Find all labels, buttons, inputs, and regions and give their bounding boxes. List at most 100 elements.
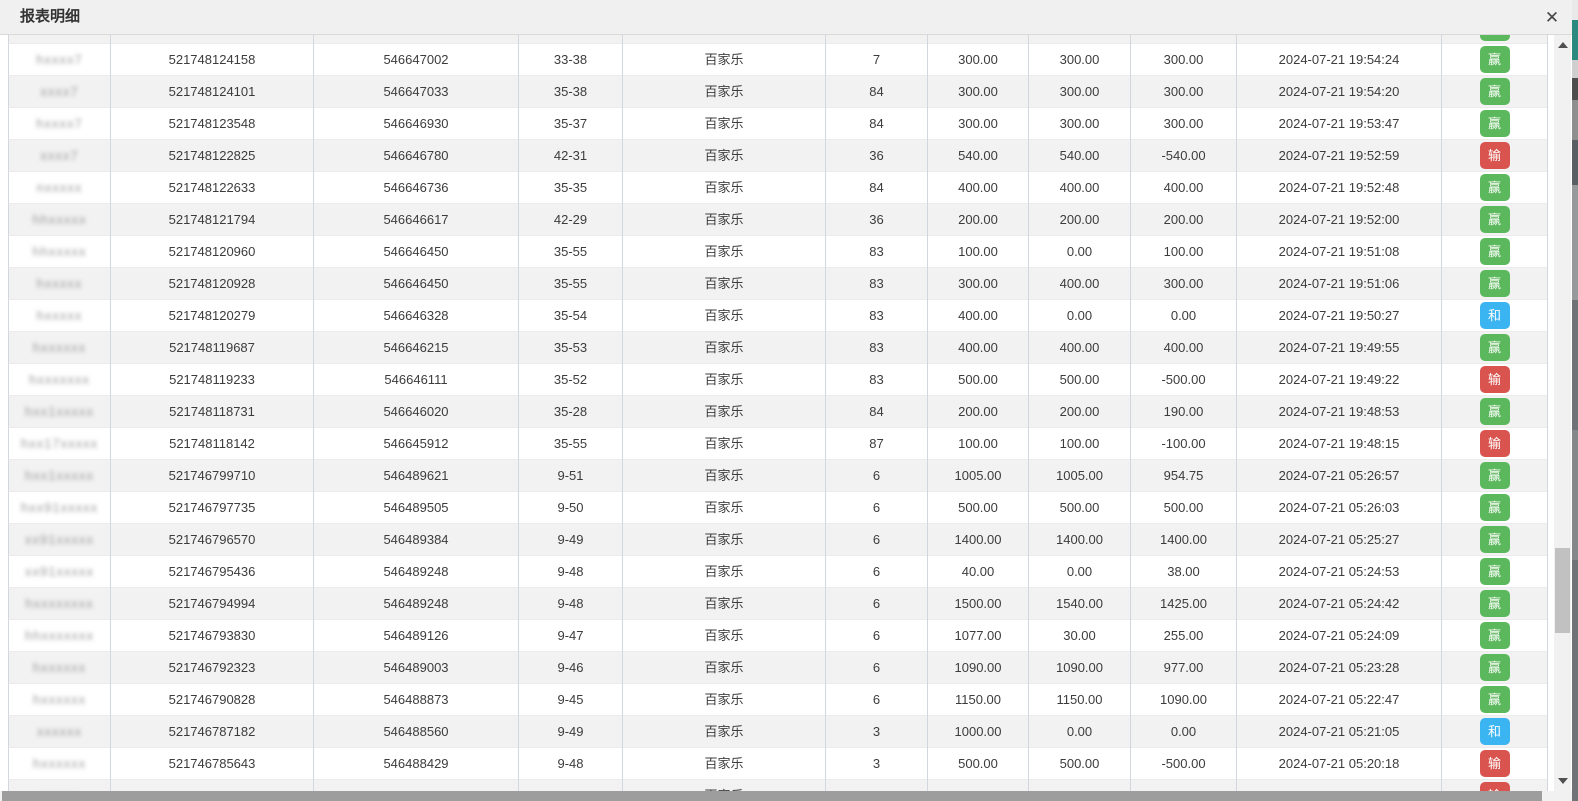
cell-valid-amount: 200.00: [1029, 396, 1131, 428]
result-badge: 赢: [1480, 238, 1510, 265]
cell-table-no: 83: [826, 268, 928, 300]
cell-table-no: 3: [826, 748, 928, 780]
cell-game-type: 百家乐: [623, 460, 826, 492]
cell-bet-amount: 1077.00: [928, 620, 1029, 652]
cell-result: 赢: [1442, 588, 1548, 620]
cell-bet-amount: 400.00: [928, 300, 1029, 332]
blurred-username: hxx17xxxxx: [21, 436, 98, 451]
cell-win-loss: 200.00: [1131, 204, 1237, 236]
cell-round-no: 546647033: [314, 76, 519, 108]
cell-username: [9, 35, 111, 44]
cell-bet-time: 2024-07-21 05:25:27: [1237, 524, 1442, 556]
cell-win-loss: -500.00: [1131, 364, 1237, 396]
cell-order-no: 521748124158: [111, 44, 314, 76]
cell-table-no: 6: [826, 460, 928, 492]
cell-win-loss: [1131, 780, 1237, 792]
modal-titlebar: 报表明细: [0, 0, 1572, 35]
cell-bet-time: [1237, 35, 1442, 44]
cell-result: 赢: [1442, 556, 1548, 588]
cell-shoe-round: [519, 35, 623, 44]
cell-valid-amount: 300.00: [1029, 76, 1131, 108]
cell-order-no: 521746794994: [111, 588, 314, 620]
blurred-username: hxxxxxx: [33, 660, 86, 675]
result-badge: 输: [1480, 782, 1510, 791]
cell-table-no: 87: [826, 428, 928, 460]
cell-valid-amount: 0.00: [1029, 236, 1131, 268]
cell-result: 赢: [1442, 396, 1548, 428]
table-row: hxx1xxxxx 521746799710 546489621 9-51 百家…: [8, 460, 1548, 492]
cell-result: 赢: [1442, 332, 1548, 364]
cell-bet-amount: 500.00: [928, 364, 1029, 396]
cell-bet-amount: 200.00: [928, 204, 1029, 236]
cell-username: hxxxx7: [9, 108, 111, 140]
table-row: hhxxxxxxx 521746793830 546489126 9-47 百家…: [8, 620, 1548, 652]
result-badge: 赢: [1480, 526, 1510, 553]
result-badge: 赢: [1480, 334, 1510, 361]
cell-shoe-round: 42-29: [519, 204, 623, 236]
vertical-scrollbar[interactable]: [1554, 35, 1571, 791]
cell-shoe-round: 42-31: [519, 140, 623, 172]
cell-table-no: 36: [826, 204, 928, 236]
cell-bet-amount: 1500.00: [928, 588, 1029, 620]
table-row: xx91xxxxx 521746795436 546489248 9-48 百家…: [8, 556, 1548, 588]
cell-game-type: 百家乐: [623, 428, 826, 460]
cell-game-type: 百家乐: [623, 76, 826, 108]
cell-username: hxxxxxxxx: [9, 588, 111, 620]
cell-round-no: 546489003: [314, 652, 519, 684]
cell-bet-amount: 1400.00: [928, 524, 1029, 556]
cell-bet-amount: 300.00: [928, 108, 1029, 140]
result-badge: 输: [1480, 750, 1510, 777]
cell-shoe-round: 9-49: [519, 716, 623, 748]
cell-round-no: 546646450: [314, 268, 519, 300]
blurred-username: hxxxx7: [36, 116, 82, 131]
cell-win-loss: 1400.00: [1131, 524, 1237, 556]
cell-round-no: 546645912: [314, 428, 519, 460]
cell-win-loss: 954.75: [1131, 460, 1237, 492]
cell-game-type: 百家乐: [623, 620, 826, 652]
result-badge: 赢: [1480, 78, 1510, 105]
cell-result: 赢: [1442, 652, 1548, 684]
cell-win-loss: 300.00: [1131, 44, 1237, 76]
cell-valid-amount: 1400.00: [1029, 524, 1131, 556]
cell-win-loss: 300.00: [1131, 108, 1237, 140]
table-row: hxxxxxxxx 521746794994 546489248 9-48 百家…: [8, 588, 1548, 620]
cell-table-no: 84: [826, 396, 928, 428]
cell-win-loss: 1090.00: [1131, 684, 1237, 716]
cell-bet-time: 2024-07-21 19:49:22: [1237, 364, 1442, 396]
cell-shoe-round: 35-54: [519, 300, 623, 332]
table-row: hxxxxxx 521748119687 546646215 35-53 百家乐…: [8, 332, 1548, 364]
blurred-username: hxxxx7: [36, 52, 82, 67]
cell-game-type: 百家乐: [623, 204, 826, 236]
blurred-username: hxx1xxxxx: [25, 468, 94, 483]
horizontal-scroll-thumb[interactable]: [2, 791, 1542, 801]
horizontal-scrollbar[interactable]: [0, 791, 1554, 801]
cell-table-no: 6: [826, 684, 928, 716]
cell-win-loss: -500.00: [1131, 748, 1237, 780]
cell-bet-time: 2024-07-21 19:49:55: [1237, 332, 1442, 364]
result-badge: 和: [1480, 302, 1510, 329]
result-badge: 赢: [1480, 462, 1510, 489]
table-row: hxx91xxxxx 521746797735 546489505 9-50 百…: [8, 492, 1548, 524]
scrollbar-corner: [1554, 791, 1572, 801]
cell-bet-amount: 300.00: [928, 76, 1029, 108]
cell-username: hxx91xxxxx: [9, 492, 111, 524]
cell-result: 赢: [1442, 76, 1548, 108]
cell-game-type: 百家乐: [623, 300, 826, 332]
cell-game-type: 百家乐: [623, 716, 826, 748]
cell-order-no: [111, 35, 314, 44]
result-badge: 输: [1480, 142, 1510, 169]
cell-shoe-round: 35-38: [519, 76, 623, 108]
cell-username: hhxxxxx: [9, 236, 111, 268]
cell-valid-amount: 400.00: [1029, 268, 1131, 300]
vertical-scroll-thumb[interactable]: [1555, 548, 1570, 633]
cell-round-no: 546489621: [314, 460, 519, 492]
cell-round-no: 546489384: [314, 524, 519, 556]
scroll-up-arrow-icon[interactable]: [1558, 42, 1568, 48]
close-button[interactable]: ✕: [1540, 6, 1564, 30]
cell-bet-amount: [928, 780, 1029, 792]
cell-table-no: 84: [826, 172, 928, 204]
cell-result: 和: [1442, 300, 1548, 332]
scroll-down-arrow-icon[interactable]: [1558, 778, 1568, 784]
result-badge: 赢: [1480, 270, 1510, 297]
cell-username: hxxxxxx: [9, 652, 111, 684]
